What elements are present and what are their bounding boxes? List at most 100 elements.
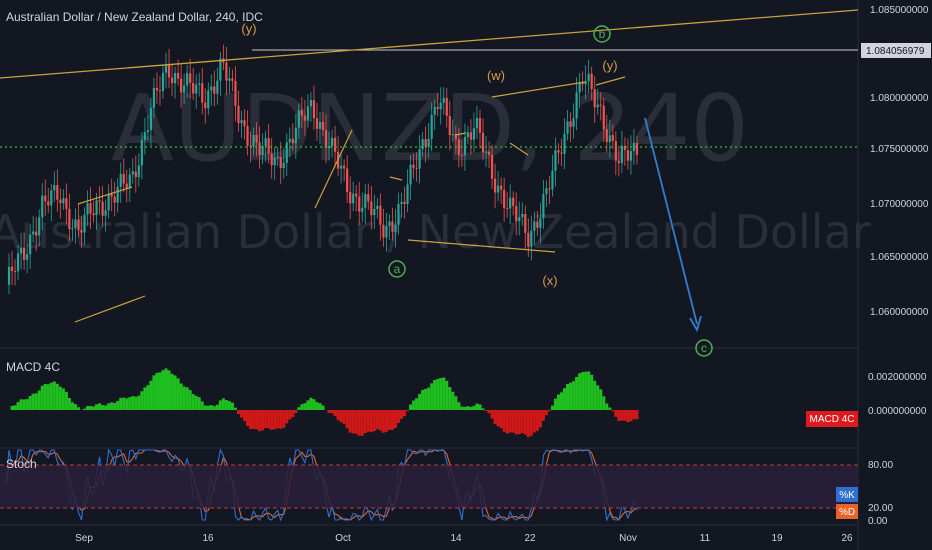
candle-body <box>596 104 599 108</box>
candle-body <box>32 231 35 235</box>
candle-body <box>620 145 623 164</box>
candle-body <box>424 139 427 147</box>
candle-body <box>385 225 388 238</box>
candle-body <box>19 247 23 254</box>
candle-body <box>158 90 162 92</box>
macd-bar <box>76 407 80 410</box>
macd-title: MACD 4C <box>6 360 60 374</box>
macd-bar <box>294 410 298 413</box>
candle-body <box>379 205 382 225</box>
macd-bar <box>285 410 289 424</box>
macd-bar <box>517 410 521 435</box>
candle-body <box>315 118 319 129</box>
macd-bar <box>37 390 41 410</box>
macd-bar <box>315 402 319 410</box>
candle-body <box>469 132 473 140</box>
candle-body <box>219 58 222 81</box>
candle-body <box>137 165 140 178</box>
candle-body <box>509 197 512 209</box>
candle-body <box>397 203 400 225</box>
macd-bar <box>599 389 603 410</box>
macd-bar <box>415 398 419 410</box>
wave-label-y-left: (y) <box>241 21 256 36</box>
macd-bar <box>125 398 129 410</box>
macd-bar <box>587 371 591 410</box>
time-tick-14: 14 <box>450 533 462 544</box>
macd-bar <box>312 399 316 410</box>
macd-bar <box>614 410 618 417</box>
chart-canvas[interactable]: AUDNZD, 240 Australian Dollar / New Zeal… <box>0 0 932 550</box>
macd-bar <box>34 393 38 410</box>
macd-bar <box>143 387 147 410</box>
candle-body <box>593 89 596 108</box>
candle-body <box>198 83 201 85</box>
candle-body <box>255 134 258 143</box>
macd-bar <box>578 373 582 410</box>
candle-body <box>330 137 334 147</box>
macd-bar <box>412 400 416 410</box>
stoch-band <box>0 465 858 508</box>
macd-bar <box>466 406 470 410</box>
macd-bar <box>436 378 440 410</box>
macd-bar <box>387 410 391 431</box>
candle-body <box>273 157 276 166</box>
stoch-title: Stoch <box>6 457 37 471</box>
candle-body <box>306 106 310 121</box>
candle-body <box>110 193 113 197</box>
candle-body <box>382 224 385 238</box>
candle-body <box>394 224 397 232</box>
macd-bar <box>49 382 53 410</box>
macd-bar <box>369 410 373 433</box>
candle-body <box>98 200 101 202</box>
candle-body <box>86 203 89 215</box>
time-tick-oct: Oct <box>335 533 351 544</box>
candle-body <box>566 121 569 134</box>
macd-bar <box>82 408 87 410</box>
macd-bar <box>529 410 533 436</box>
candle-body <box>554 150 557 171</box>
macd-bar <box>246 410 250 426</box>
candle-body <box>533 221 536 231</box>
macd-bar <box>596 385 600 410</box>
macd-bar <box>170 373 174 410</box>
candle-body <box>349 192 352 204</box>
candle-body <box>267 138 270 154</box>
macd-bar <box>396 410 400 423</box>
candle-body <box>346 168 349 193</box>
candle-body <box>340 165 343 169</box>
macd-bar <box>191 394 195 410</box>
macd-bar <box>64 391 68 410</box>
macd-bar <box>25 399 29 410</box>
candle-body <box>617 160 620 164</box>
macd-bar <box>403 410 407 417</box>
candle-body <box>493 178 497 193</box>
macd-bar <box>351 410 355 434</box>
macd-bar <box>16 402 20 410</box>
candle-body <box>412 164 415 168</box>
macd-bar <box>92 406 96 410</box>
macd-bar <box>218 400 222 410</box>
macd-bar <box>70 402 74 410</box>
candle-body <box>195 84 198 94</box>
macd-bar <box>318 403 322 410</box>
macd-bar <box>381 410 385 433</box>
macd-bar <box>137 395 141 410</box>
macd-bar <box>73 404 77 410</box>
macd-bar <box>221 398 225 410</box>
candle-body <box>475 117 479 129</box>
macd-bar <box>46 384 50 410</box>
time-tick-22: 22 <box>524 533 536 544</box>
macd-bar <box>252 410 256 429</box>
candle-body <box>312 100 316 119</box>
candle-body <box>26 254 29 260</box>
macd-bar <box>617 410 621 421</box>
candle-body <box>406 184 409 205</box>
candle-body <box>548 188 551 190</box>
candle-body <box>400 201 403 204</box>
candle-body <box>448 115 451 136</box>
candle-body <box>80 230 83 233</box>
candle-body <box>149 107 153 131</box>
candle-body <box>62 198 65 204</box>
macd-bar <box>230 402 234 410</box>
candle-body <box>403 201 406 205</box>
